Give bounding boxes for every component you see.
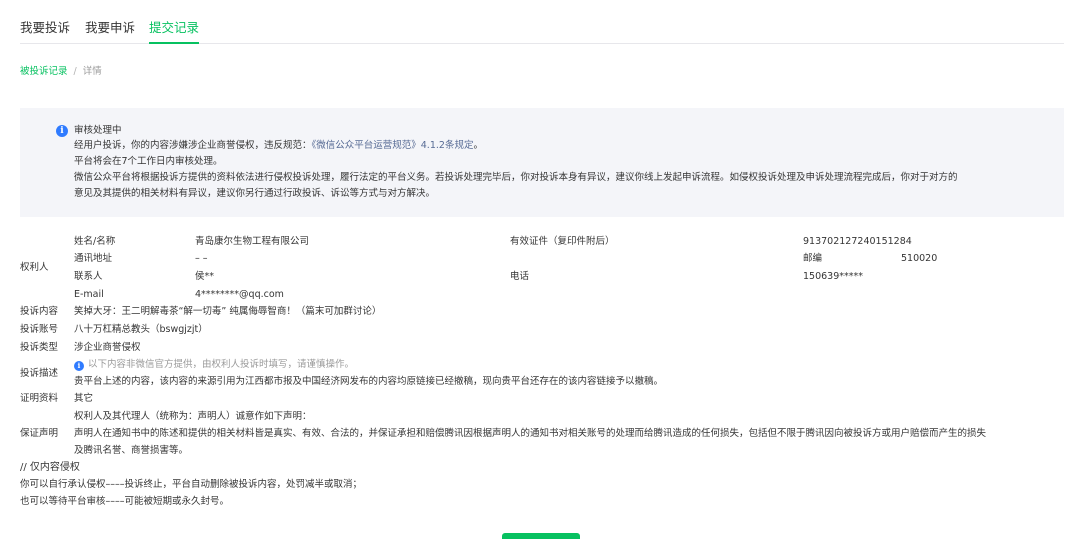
address-label: 通讯地址: [74, 253, 113, 264]
description-label: 投诉描述: [20, 368, 59, 379]
breadcrumb: 被投诉记录 / 详情: [20, 66, 102, 78]
proof-value: 其它: [74, 393, 94, 404]
email-value: 4********@qq.com: [195, 289, 284, 300]
guarantee-label: 保证声明: [20, 428, 59, 439]
tab-complain[interactable]: 我要投诉: [20, 20, 70, 36]
account-value: 八十万杠精总教头（bswgjzjt）: [74, 324, 208, 335]
type-label: 投诉类型: [20, 342, 59, 353]
contact-label: 联系人: [74, 271, 103, 282]
info-icon: i: [74, 361, 84, 371]
phone-label: 电话: [510, 271, 530, 282]
notice-title: 审核处理中: [74, 125, 122, 136]
account-label: 投诉账号: [20, 324, 59, 335]
breadcrumb-link[interactable]: 被投诉记录: [20, 66, 68, 77]
breadcrumb-separator: /: [73, 66, 77, 77]
proof-label: 证明资料: [20, 393, 59, 404]
info-icon: i: [56, 125, 68, 137]
guarantee-line-3: 及腾讯名誉、商誉损害等。: [74, 445, 189, 456]
footer-note-2: 也可以等待平台审核––––可能被短期或永久封号。: [20, 496, 230, 507]
cert-label: 有效证件（复印件附后）: [510, 236, 615, 247]
address-value: – –: [195, 253, 208, 264]
notice-explanation-cont: 意见及其提供的相关材料有异议，建议你另行通过行政投诉、诉讼等方式与对方解决。: [74, 188, 436, 199]
notice-explanation: 微信公众平台将根据投诉方提供的资料依法进行侵权投诉处理，履行法定的平台义务。若投…: [74, 172, 958, 183]
postcode-label: 邮编: [803, 253, 823, 264]
contact-value: 侯**: [195, 271, 215, 282]
description-hint: i 以下内容非微信官方提供，由权利人投诉时填写，请谨慎操作。: [74, 359, 354, 371]
description-value: 贵平台上述的内容，该内容的来源引用为江西都市报及中国经济网发布的内容均原链接已经…: [74, 376, 664, 387]
footer-note-heading: // 仅内容侵权: [20, 462, 80, 473]
review-notice: i 审核处理中 经用户投诉，你的内容涉嫌涉企业商誉侵权，违反规范：《微信公众平台…: [20, 108, 1064, 217]
name-value: 青岛康尔生物工程有限公司: [195, 236, 310, 247]
postcode-value: 510020: [901, 253, 938, 264]
phone-value: 150639*****: [803, 271, 864, 282]
rights-holder-label: 权利人: [20, 262, 49, 273]
notice-timeline: 平台将会在7个工作日内审核处理。: [74, 156, 223, 167]
type-value: 涉企业商誉侵权: [74, 342, 141, 353]
tab-bar: 我要投诉 我要申诉 提交记录: [20, 14, 1064, 44]
tab-appeal[interactable]: 我要申诉: [85, 20, 135, 36]
email-label: E-mail: [74, 289, 104, 300]
rule-link[interactable]: 《微信公众平台运营规范》4.1.2条规定: [312, 140, 474, 151]
content-value: 笑掉大牙：王二明解毒茶“解一切毒” 纯属侮辱智商！（篇末可加群讨论）: [74, 306, 382, 317]
content-label: 投诉内容: [20, 306, 59, 317]
tab-records[interactable]: 提交记录: [149, 20, 200, 44]
guarantee-line-1: 权利人及其代理人（统称为：声明人）诚意作如下声明：: [74, 411, 312, 422]
action-button[interactable]: [502, 533, 580, 539]
cert-value: 913702127240151284: [803, 236, 912, 247]
name-label: 姓名/名称: [74, 236, 116, 247]
notice-rule-line: 经用户投诉，你的内容涉嫌涉企业商誉侵权，违反规范：《微信公众平台运营规范》4.1…: [74, 140, 483, 151]
guarantee-line-2: 声明人在通知书中的陈述和提供的相关材料皆是真实、有效、合法的，并保证承担和赔偿腾…: [74, 428, 987, 439]
breadcrumb-current: 详情: [82, 66, 102, 77]
footer-note-1: 你可以自行承认侵权––––投诉终止，平台自动删除被投诉内容，处罚减半或取消；: [20, 479, 363, 490]
